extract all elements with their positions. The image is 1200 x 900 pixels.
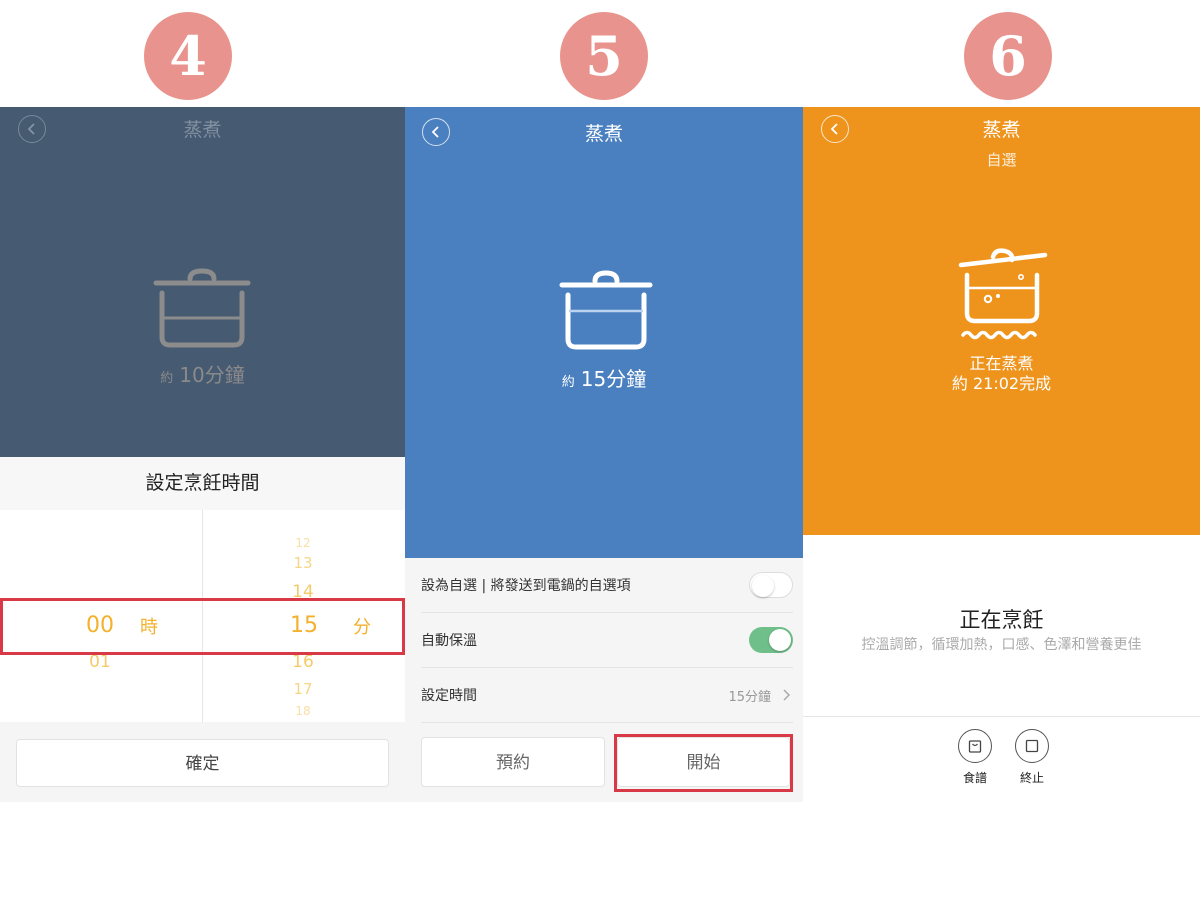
hero-area: 蒸煮 約 15分鐘 [405, 107, 803, 558]
status-description: 控溫調節，循環加熱，口感、色澤和營養更佳 [861, 637, 1142, 653]
favorite-toggle[interactable] [749, 572, 793, 598]
step-badge-6: 6 [964, 12, 1052, 100]
minute-option[interactable]: 12 [203, 536, 403, 550]
setting-value-group: 15分鐘 [728, 686, 793, 705]
minute-option[interactable]: 17 [203, 680, 403, 698]
duration-value: 15分鐘 [580, 367, 647, 391]
screen-set-time: 蒸煮 約 10分鐘 設定烹飪時間 01 12 13 14 16 17 18 00… [0, 107, 405, 802]
recipe-bag-icon [968, 740, 982, 753]
hour-option[interactable]: 01 [0, 652, 200, 672]
selected-minute[interactable]: 15 [290, 613, 318, 638]
hour-unit: 時 [140, 617, 158, 638]
steaming-pot-icon [958, 248, 1048, 340]
finish-time-line: 約 21:02完成 [951, 374, 1052, 393]
hero-area: 蒸煮 自選 正在蒸煮 約 21:02完成 [803, 107, 1200, 535]
status-title: 正在烹飪 [959, 608, 1044, 632]
minute-option[interactable]: 16 [203, 652, 403, 672]
minute-unit: 分 [353, 617, 371, 638]
chevron-right-icon [783, 689, 791, 701]
recipe-label: 食譜 [962, 771, 987, 785]
confirm-button[interactable]: 確定 [16, 739, 389, 787]
setting-label: 設定時間 [421, 688, 477, 704]
minute-option[interactable]: 18 [203, 704, 403, 718]
setting-label: 自動保溫 [421, 633, 477, 649]
step-number: 5 [585, 24, 623, 88]
stop-label: 終止 [1019, 771, 1044, 785]
divider [803, 716, 1200, 717]
step-badge-5: 5 [560, 12, 648, 100]
page-title: 蒸煮 [584, 123, 623, 145]
minute-option[interactable]: 13 [203, 554, 403, 572]
selected-time-highlight: 00 時 15 分 [0, 598, 405, 655]
duration-prefix: 約 [160, 371, 174, 386]
toggle-knob [769, 629, 791, 651]
page-title: 蒸煮 [183, 119, 222, 141]
selected-hour[interactable]: 00 [86, 613, 114, 638]
screen-cooking-status: 蒸煮 自選 正在蒸煮 約 21:02完成 正在烹飪 控溫調節，循環加熱，口感、色… [803, 107, 1200, 802]
screen-cook-settings: 蒸煮 約 15分鐘 設為自選 | 將發送到電鍋的自選項 自動保溫 設定時間 15分… [405, 107, 803, 802]
settings-row-favorite[interactable]: 設為自選 | 將發送到電鍋的自選項 [421, 558, 793, 613]
step-number: 4 [169, 24, 207, 88]
duration-estimate: 約 10分鐘 [0, 359, 405, 388]
keep-warm-toggle[interactable] [749, 627, 793, 653]
setting-value: 15分鐘 [728, 689, 771, 705]
step-number: 6 [989, 24, 1027, 88]
page-subtitle: 自選 [986, 151, 1017, 169]
reserve-button[interactable]: 預約 [421, 737, 605, 787]
duration-value: 10分鐘 [179, 363, 245, 387]
settings-row-keep-warm[interactable]: 自動保溫 [421, 613, 793, 668]
stop-button[interactable] [1015, 729, 1049, 763]
picker-divider [202, 601, 203, 652]
step-badge-4: 4 [144, 12, 232, 100]
setting-label: 設為自選 | 將發送到電鍋的自選項 [421, 578, 631, 594]
settings-list: 設為自選 | 將發送到電鍋的自選項 自動保溫 設定時間 15分鐘 [421, 558, 793, 723]
sheet-title: 設定烹飪時間 [0, 457, 405, 510]
duration-prefix: 約 [561, 375, 575, 390]
duration-estimate: 約 15分鐘 [405, 363, 803, 392]
pot-icon [559, 270, 653, 350]
page-title: 蒸煮 [982, 119, 1021, 141]
start-button-highlight [614, 734, 793, 792]
toggle-knob [752, 575, 774, 597]
hero-area: 蒸煮 約 10分鐘 [0, 107, 405, 457]
recipe-button[interactable] [958, 729, 992, 763]
settings-row-set-time[interactable]: 設定時間 15分鐘 [421, 668, 793, 723]
pot-icon [153, 268, 251, 348]
stop-square-icon [1025, 739, 1039, 753]
